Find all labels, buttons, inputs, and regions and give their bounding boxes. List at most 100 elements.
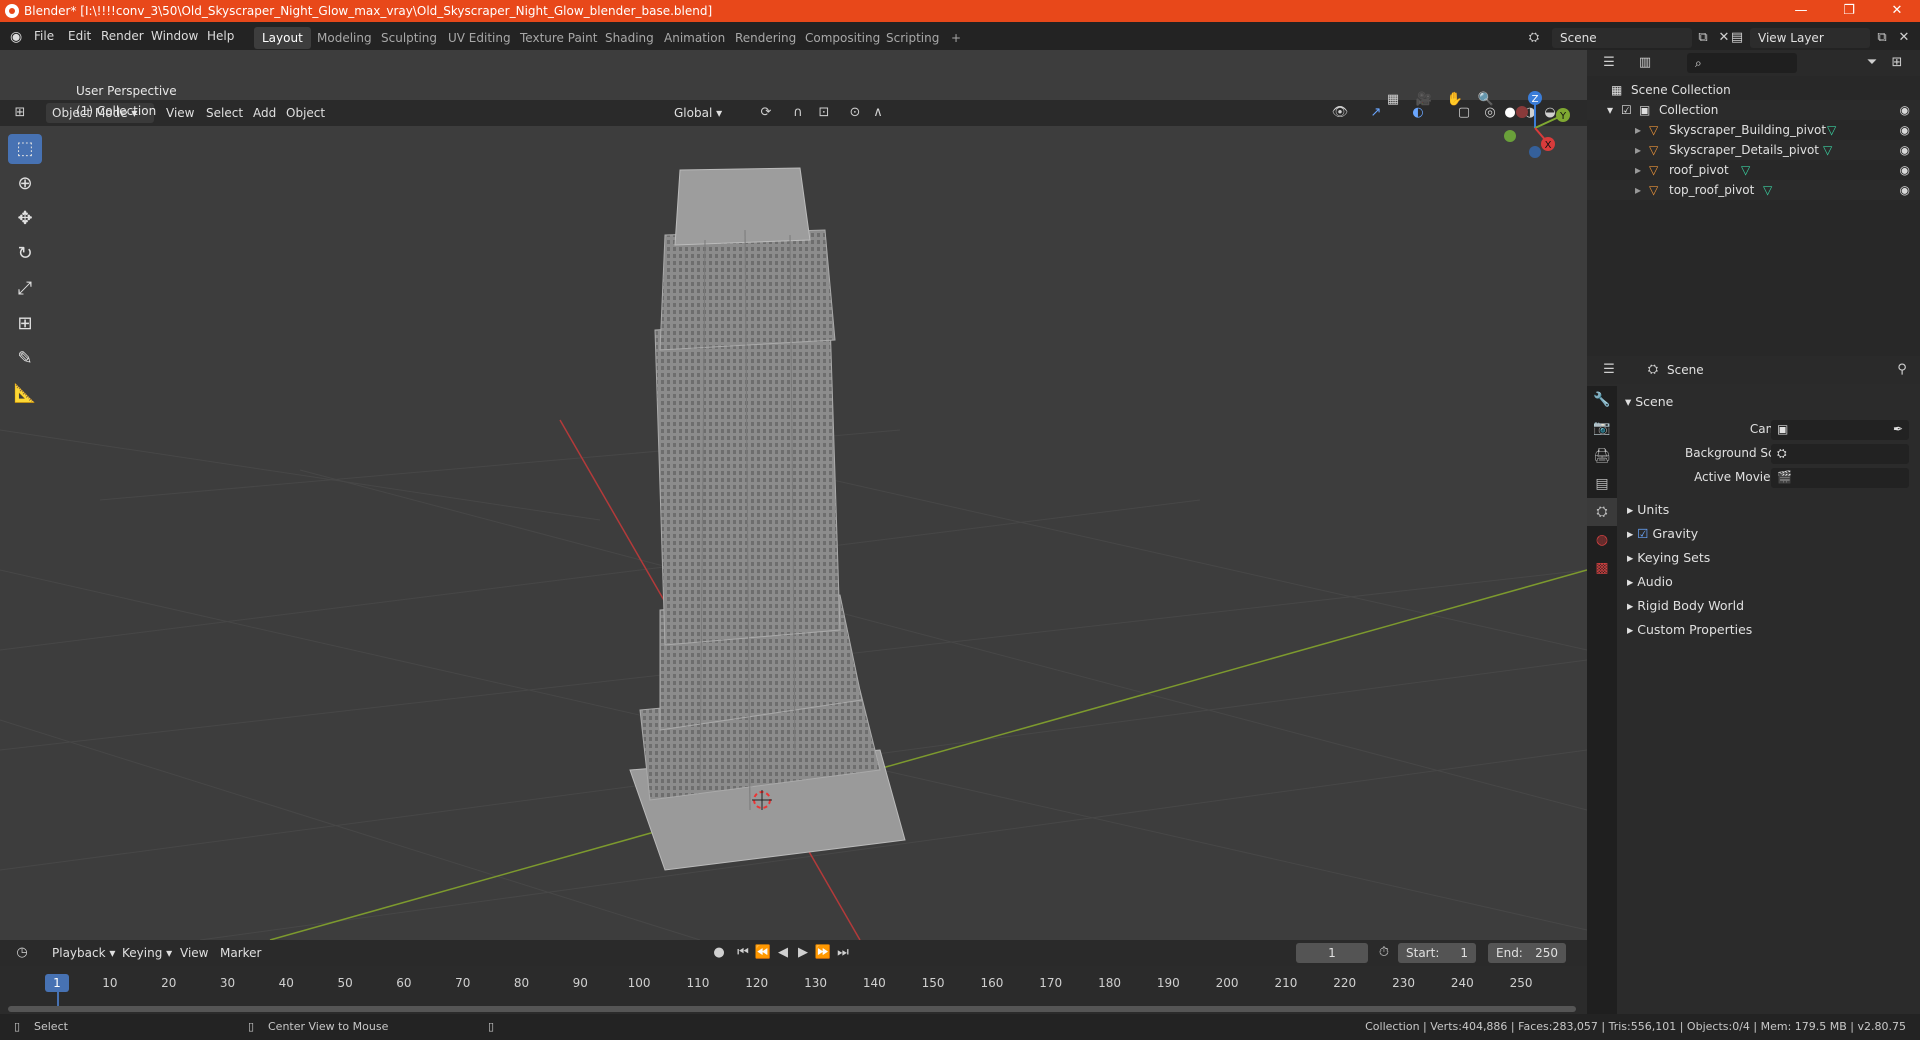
- start-frame-field[interactable]: Start: 1: [1398, 943, 1476, 963]
- view-layer-icon[interactable]: ▤: [1727, 28, 1747, 48]
- tab-shading[interactable]: Shading: [597, 27, 662, 49]
- tab-layout[interactable]: Layout: [254, 27, 311, 49]
- eye-icon[interactable]: ◉: [1900, 160, 1910, 180]
- delete-view-layer-icon[interactable]: ✕: [1894, 28, 1914, 48]
- add-workspace-button[interactable]: +: [943, 27, 969, 49]
- tool-tab-icon[interactable]: 🔧: [1587, 386, 1617, 414]
- end-frame-field[interactable]: End: 250: [1488, 943, 1566, 963]
- playback-menu[interactable]: Playback ▾: [46, 943, 121, 963]
- tab-rendering[interactable]: Rendering: [727, 27, 804, 49]
- jump-end-icon[interactable]: ⏭: [833, 943, 853, 963]
- menu-render[interactable]: Render: [101, 29, 144, 43]
- transform-tool-icon[interactable]: ⊞: [8, 309, 42, 339]
- expand-arrow-icon[interactable]: ▸: [1635, 180, 1641, 200]
- eye-icon[interactable]: ◉: [1900, 100, 1910, 120]
- eye-icon[interactable]: ◉: [1900, 120, 1910, 140]
- menu-add[interactable]: Add: [247, 103, 282, 123]
- new-collection-icon[interactable]: ⊞: [1887, 53, 1907, 73]
- view-layer-field[interactable]: View Layer: [1750, 28, 1870, 48]
- next-keyframe-icon[interactable]: ⏩: [813, 943, 833, 963]
- texture-tab-icon[interactable]: ▩: [1587, 554, 1617, 582]
- snap-target-icon[interactable]: ⊡: [814, 103, 834, 123]
- record-icon[interactable]: ●: [709, 943, 729, 963]
- 3d-viewport[interactable]: ⊞ Object Mode ▾ View Select Add Object G…: [0, 50, 1587, 940]
- outliner-object-row[interactable]: ▸ ▽ Skyscraper_Building_pivot ▽ ◉: [1587, 120, 1920, 140]
- collapse-arrow-icon[interactable]: ▾: [1607, 100, 1613, 120]
- pivot-icon[interactable]: ⟳: [756, 103, 776, 123]
- tab-animation[interactable]: Animation: [656, 27, 733, 49]
- play-reverse-icon[interactable]: ◀: [773, 943, 793, 963]
- gravity-section[interactable]: ▸ ☑ Gravity: [1627, 526, 1698, 541]
- select-box-tool-icon[interactable]: ⬚: [8, 134, 42, 164]
- camera-field[interactable]: ▣ ✒: [1771, 420, 1909, 440]
- outliner-object-row[interactable]: ▸ ▽ roof_pivot ▽ ◉: [1587, 160, 1920, 180]
- camera-view-icon[interactable]: 🎥: [1414, 90, 1434, 110]
- current-frame-field[interactable]: 1: [1296, 943, 1368, 963]
- expand-arrow-icon[interactable]: ▸: [1635, 140, 1641, 160]
- tab-texture-paint[interactable]: Texture Paint: [512, 27, 605, 49]
- checkbox-icon[interactable]: ☑: [1621, 100, 1632, 120]
- audio-section[interactable]: ▸ Audio: [1627, 574, 1673, 589]
- timeline-editor-icon[interactable]: ◷: [12, 943, 32, 963]
- eye-icon[interactable]: ◉: [1900, 140, 1910, 160]
- filter-icon[interactable]: ⏷: [1862, 53, 1882, 73]
- blender-menu-icon[interactable]: ◉: [10, 29, 22, 45]
- timeline-scrollbar[interactable]: [8, 1006, 1576, 1012]
- gravity-checkbox[interactable]: ☑: [1637, 526, 1648, 541]
- jump-start-icon[interactable]: ⏮: [733, 943, 753, 963]
- measure-tool-icon[interactable]: 📐: [8, 379, 42, 409]
- menu-window[interactable]: Window: [151, 29, 198, 43]
- menu-file[interactable]: File: [34, 29, 54, 43]
- zoom-view-icon[interactable]: 🔍: [1476, 90, 1496, 110]
- menu-object[interactable]: Object: [280, 103, 331, 123]
- snap-icon[interactable]: ∩: [788, 103, 808, 123]
- keying-menu[interactable]: Keying ▾: [116, 943, 178, 963]
- visibility-icon[interactable]: 👁: [1330, 103, 1350, 123]
- tab-modeling[interactable]: Modeling: [309, 27, 380, 49]
- expand-arrow-icon[interactable]: ▸: [1635, 160, 1641, 180]
- render-tab-icon[interactable]: 📷: [1587, 414, 1617, 442]
- scale-tool-icon[interactable]: ⤢: [8, 274, 42, 304]
- tab-sculpting[interactable]: Sculpting: [373, 27, 445, 49]
- toggle-camera-icon[interactable]: ▦: [1383, 90, 1403, 110]
- maximize-button[interactable]: ❐: [1826, 0, 1872, 22]
- world-tab-icon[interactable]: ◍: [1587, 526, 1617, 554]
- outliner-object-row[interactable]: ▸ ▽ top_roof_pivot ▽ ◉: [1587, 180, 1920, 200]
- proportional-edit-icon[interactable]: ⊙: [845, 103, 865, 123]
- orientation-dropdown[interactable]: Global ▾: [668, 103, 746, 123]
- outliner-collection-row[interactable]: ▾ ☑ ▣ Collection ◉: [1587, 100, 1920, 120]
- output-tab-icon[interactable]: 🖨: [1587, 442, 1617, 470]
- outliner-search-input[interactable]: ⌕: [1687, 53, 1797, 73]
- new-scene-icon[interactable]: ⧉: [1693, 28, 1713, 48]
- playhead-indicator[interactable]: 1: [45, 974, 69, 992]
- tab-compositing[interactable]: Compositing: [797, 27, 888, 49]
- rotate-tool-icon[interactable]: ↻: [8, 239, 42, 269]
- background-scene-field[interactable]: ⛭: [1771, 444, 1909, 464]
- expand-arrow-icon[interactable]: ▸: [1635, 120, 1641, 140]
- stopwatch-icon[interactable]: ⏱: [1374, 943, 1394, 963]
- menu-help[interactable]: Help: [207, 29, 234, 43]
- pin-icon[interactable]: ⚲: [1892, 360, 1912, 380]
- outliner-object-row[interactable]: ▸ ▽ Skyscraper_Details_pivot ▽ ◉: [1587, 140, 1920, 160]
- rigid-body-world-section[interactable]: ▸ Rigid Body World: [1627, 598, 1744, 613]
- active-movie-clip-field[interactable]: 🎬: [1771, 468, 1909, 488]
- minimize-button[interactable]: —: [1778, 0, 1824, 22]
- marker-menu[interactable]: Marker: [214, 943, 267, 963]
- eyedropper-icon[interactable]: ✒: [1893, 422, 1903, 436]
- menu-view[interactable]: View: [160, 103, 200, 123]
- view-menu[interactable]: View: [174, 943, 214, 963]
- units-section[interactable]: ▸ Units: [1627, 502, 1669, 517]
- scene-field[interactable]: Scene: [1552, 28, 1692, 48]
- close-button[interactable]: ✕: [1874, 0, 1920, 22]
- eye-icon[interactable]: ◉: [1900, 180, 1910, 200]
- play-icon[interactable]: ▶: [793, 943, 813, 963]
- pan-view-icon[interactable]: ✋: [1445, 90, 1465, 110]
- new-view-layer-icon[interactable]: ⧉: [1872, 28, 1892, 48]
- view-layer-tab-icon[interactable]: ▤: [1587, 470, 1617, 498]
- navigation-gizmo[interactable]: Z Y X: [1495, 88, 1575, 168]
- outliner-editor-icon[interactable]: ☰: [1599, 53, 1619, 73]
- menu-edit[interactable]: Edit: [68, 29, 91, 43]
- annotate-tool-icon[interactable]: ✎: [8, 344, 42, 374]
- prev-keyframe-icon[interactable]: ⏪: [753, 943, 773, 963]
- tab-uv-editing[interactable]: UV Editing: [440, 27, 519, 49]
